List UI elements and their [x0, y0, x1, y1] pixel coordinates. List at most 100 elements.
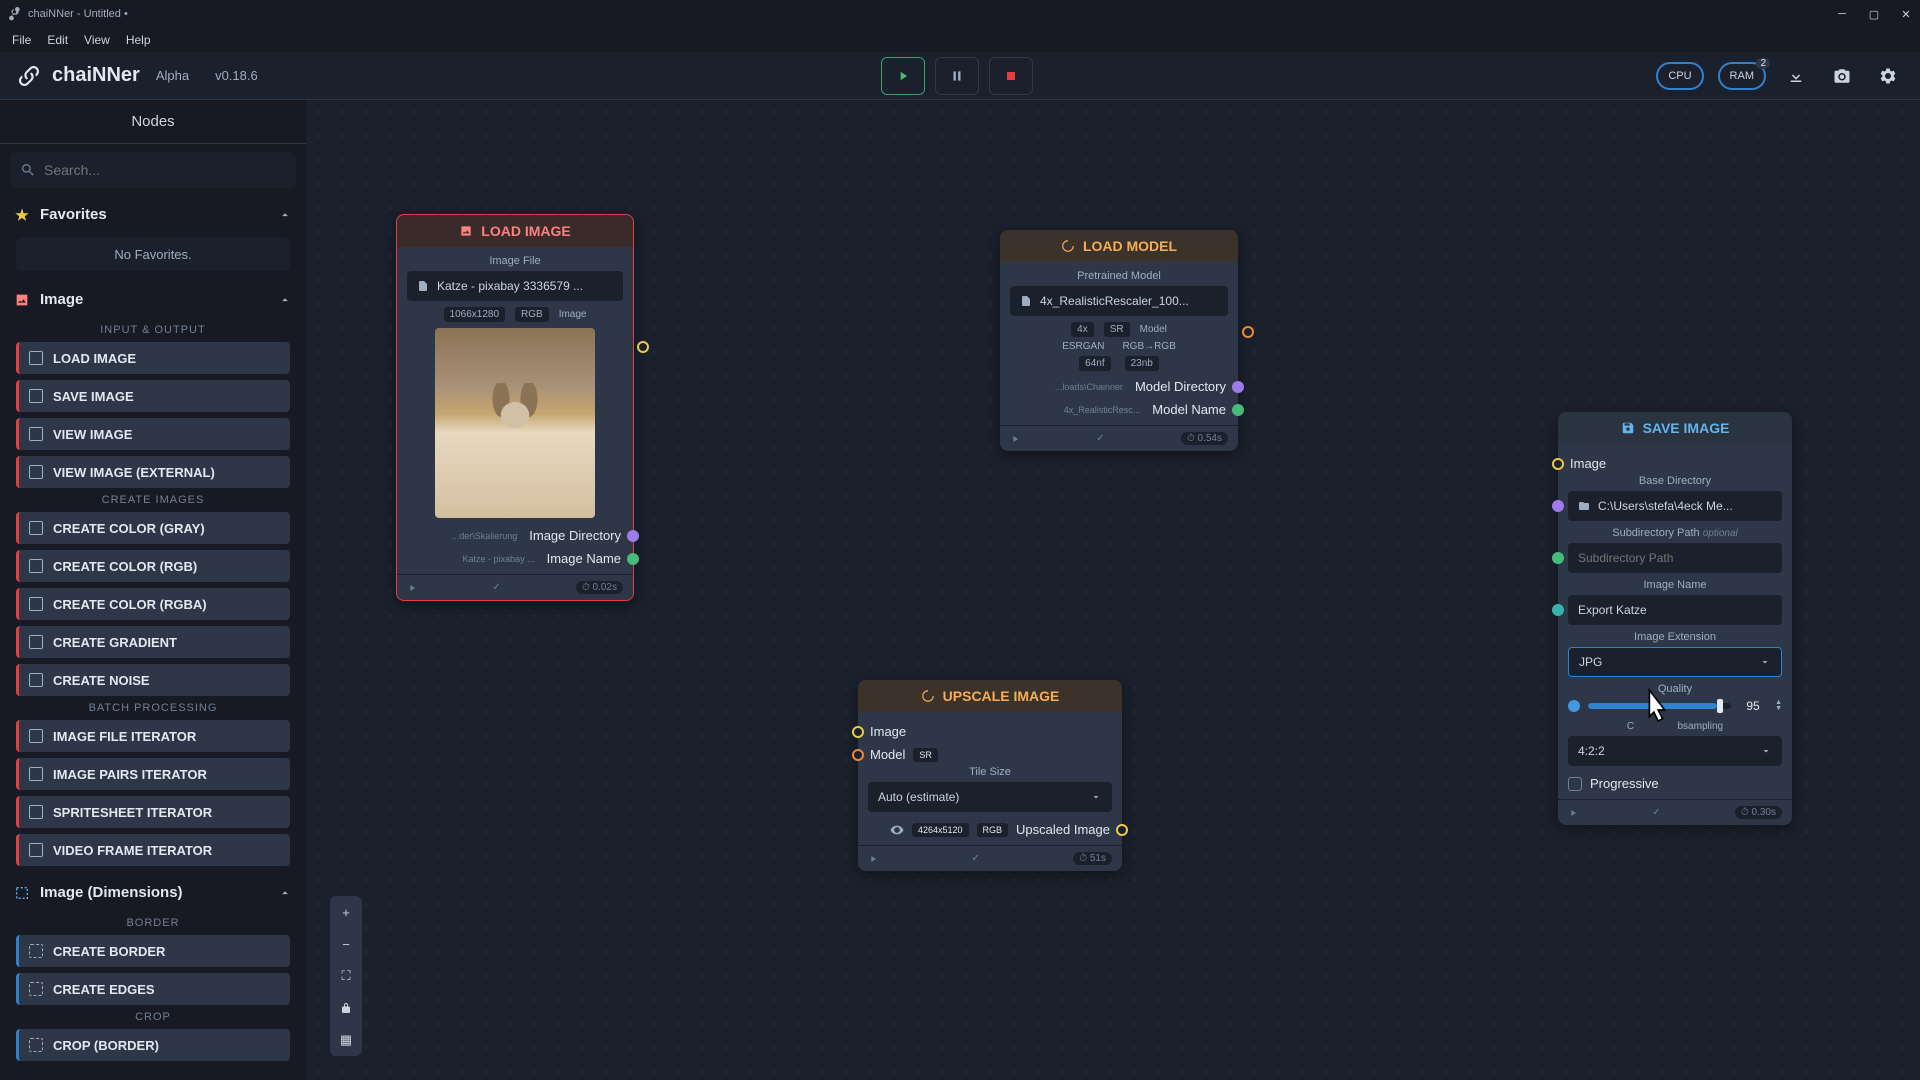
node-list-item[interactable]: CREATE BORDER [16, 935, 290, 967]
chroma-select[interactable]: 4:2:2 [1568, 736, 1782, 766]
cpu-chip[interactable]: CPU [1656, 62, 1703, 90]
node-list-item[interactable]: VIEW IMAGE (EXTERNAL) [16, 456, 290, 488]
close-button[interactable]: ✕ [1900, 8, 1912, 20]
menu-edit[interactable]: Edit [39, 31, 76, 49]
menu-file[interactable]: File [4, 31, 39, 49]
progressive-checkbox[interactable]: Progressive [1568, 772, 1782, 795]
node-load-image[interactable]: LOAD IMAGE Image File Katze - pixabay 33… [396, 214, 634, 601]
node-save-image[interactable]: SAVE IMAGE Image Base Directory C:\Users… [1558, 412, 1792, 825]
dir-tiny: ...der\Skalierung [452, 531, 518, 541]
node-list-item[interactable]: CREATE COLOR (RGBA) [16, 588, 290, 620]
input-port-image[interactable] [1552, 458, 1564, 470]
node-header[interactable]: SAVE IMAGE [1558, 412, 1792, 444]
subdir-input[interactable] [1578, 551, 1772, 565]
maximize-button[interactable]: ▢ [1868, 8, 1880, 20]
file-field[interactable]: Katze - pixabay 3336579 ... [407, 271, 623, 301]
stop-icon [1005, 70, 1017, 82]
node-list-item[interactable]: SPRITESHEET ITERATOR [16, 796, 290, 828]
canvas[interactable]: LOAD IMAGE Image File Katze - pixabay 33… [306, 100, 1920, 1080]
map-button[interactable]: ▦ [330, 1024, 362, 1056]
node-list-item[interactable]: CREATE COLOR (RGB) [16, 550, 290, 582]
output-port-model[interactable] [1242, 326, 1254, 338]
input-label: Model [870, 747, 905, 762]
play-small-icon[interactable] [1568, 808, 1578, 818]
node-list-item[interactable]: IMAGE FILE ITERATOR [16, 720, 290, 752]
node-upscale-image[interactable]: UPSCALE IMAGE Image Model SR Tile Size A… [858, 680, 1122, 871]
node-list-item[interactable]: VIEW IMAGE [16, 418, 290, 450]
zoom-in-button[interactable]: + [330, 896, 362, 928]
input-port-image[interactable] [852, 726, 864, 738]
output-port-image[interactable] [637, 341, 649, 353]
node-list-item[interactable]: CREATE GRADIENT [16, 626, 290, 658]
node-list-item[interactable]: IMAGE PAIRS ITERATOR [16, 758, 290, 790]
node-item-label: CREATE COLOR (RGBA) [53, 597, 207, 612]
output-port[interactable] [1232, 381, 1244, 393]
quality-slider[interactable] [1588, 703, 1731, 709]
node-list-item[interactable]: VIDEO FRAME ITERATOR [16, 834, 290, 866]
minimize-button[interactable]: ─ [1836, 8, 1848, 20]
pause-button[interactable] [935, 57, 979, 95]
search-input[interactable] [44, 162, 286, 178]
basedir-field[interactable]: C:\Users\stefa\4eck Me... [1568, 491, 1782, 521]
play-small-icon[interactable] [407, 583, 417, 593]
export-button[interactable] [1826, 60, 1858, 92]
node-header[interactable]: LOAD IMAGE [397, 215, 633, 247]
subdir-label: Subdirectory Path [1612, 527, 1699, 539]
fit-view-button[interactable]: ⛶ [330, 960, 362, 992]
extension-select[interactable]: JPG [1568, 647, 1782, 677]
category-image-dimensions[interactable]: Image (Dimensions) [0, 874, 306, 911]
node-header[interactable]: UPSCALE IMAGE [858, 680, 1122, 712]
node-item-label: IMAGE PAIRS ITERATOR [53, 767, 207, 782]
lock-button[interactable] [330, 992, 362, 1024]
ram-chip[interactable]: RAM [1718, 62, 1766, 90]
image-icon [459, 224, 473, 238]
zoom-out-button[interactable]: − [330, 928, 362, 960]
output-port[interactable] [1116, 824, 1128, 836]
node-list-item[interactable]: LOAD IMAGE [16, 342, 290, 374]
name-field[interactable]: Export Katze [1568, 595, 1782, 625]
file-field[interactable]: 4x_RealisticRescaler_100... [1010, 286, 1228, 316]
node-list-item[interactable]: CREATE COLOR (GRAY) [16, 512, 290, 544]
stop-button[interactable] [989, 57, 1033, 95]
output-port[interactable] [1232, 404, 1244, 416]
menu-view[interactable]: View [76, 31, 118, 49]
menu-help[interactable]: Help [118, 31, 159, 49]
input-port-quality[interactable] [1568, 700, 1580, 712]
input-port-subdir[interactable] [1552, 552, 1564, 564]
node-load-model[interactable]: LOAD MODEL Pretrained Model 4x_Realistic… [1000, 230, 1238, 451]
transport-controls [881, 57, 1033, 95]
settings-button[interactable] [1872, 60, 1904, 92]
output-port[interactable] [627, 530, 639, 542]
window-title: chaiNNer - Untitled • [28, 8, 128, 20]
loading-icon [921, 689, 935, 703]
node-list-item[interactable]: CROP (BORDER) [16, 1029, 290, 1061]
node-list-item[interactable]: CREATE NOISE [16, 664, 290, 696]
quality-stepper[interactable]: ▲▼ [1775, 700, 1782, 712]
subdir-field[interactable] [1568, 543, 1782, 573]
input-port-dir[interactable] [1552, 500, 1564, 512]
output-port[interactable] [627, 553, 639, 565]
play-button[interactable] [881, 57, 925, 95]
toolbar: chaiNNer Alpha v0.18.6 CPU RAM [0, 52, 1920, 100]
search-box[interactable] [10, 152, 296, 188]
field-label: Quality [1568, 683, 1782, 695]
slider-thumb[interactable] [1717, 699, 1723, 713]
node-item-label: CREATE EDGES [53, 982, 155, 997]
category-favorites[interactable]: Favorites [0, 196, 306, 233]
field-label: Base Directory [1568, 475, 1782, 487]
eye-icon[interactable] [890, 823, 904, 837]
tile-size-select[interactable]: Auto (estimate) [868, 782, 1112, 812]
node-header[interactable]: LOAD MODEL [1000, 230, 1238, 262]
input-port-model[interactable] [852, 749, 864, 761]
node-list-item[interactable]: SAVE IMAGE [16, 380, 290, 412]
checkbox[interactable] [1568, 777, 1582, 791]
input-port-name[interactable] [1552, 604, 1564, 616]
download-button[interactable] [1780, 60, 1812, 92]
dir-label: Image Directory [529, 528, 621, 543]
node-list-item[interactable]: CREATE EDGES [16, 973, 290, 1005]
play-small-icon[interactable] [868, 854, 878, 864]
sidebar-tab-nodes[interactable]: Nodes [0, 100, 306, 144]
menubar: File Edit View Help [0, 28, 1920, 52]
category-image[interactable]: Image [0, 281, 306, 318]
play-small-icon[interactable] [1010, 434, 1020, 444]
